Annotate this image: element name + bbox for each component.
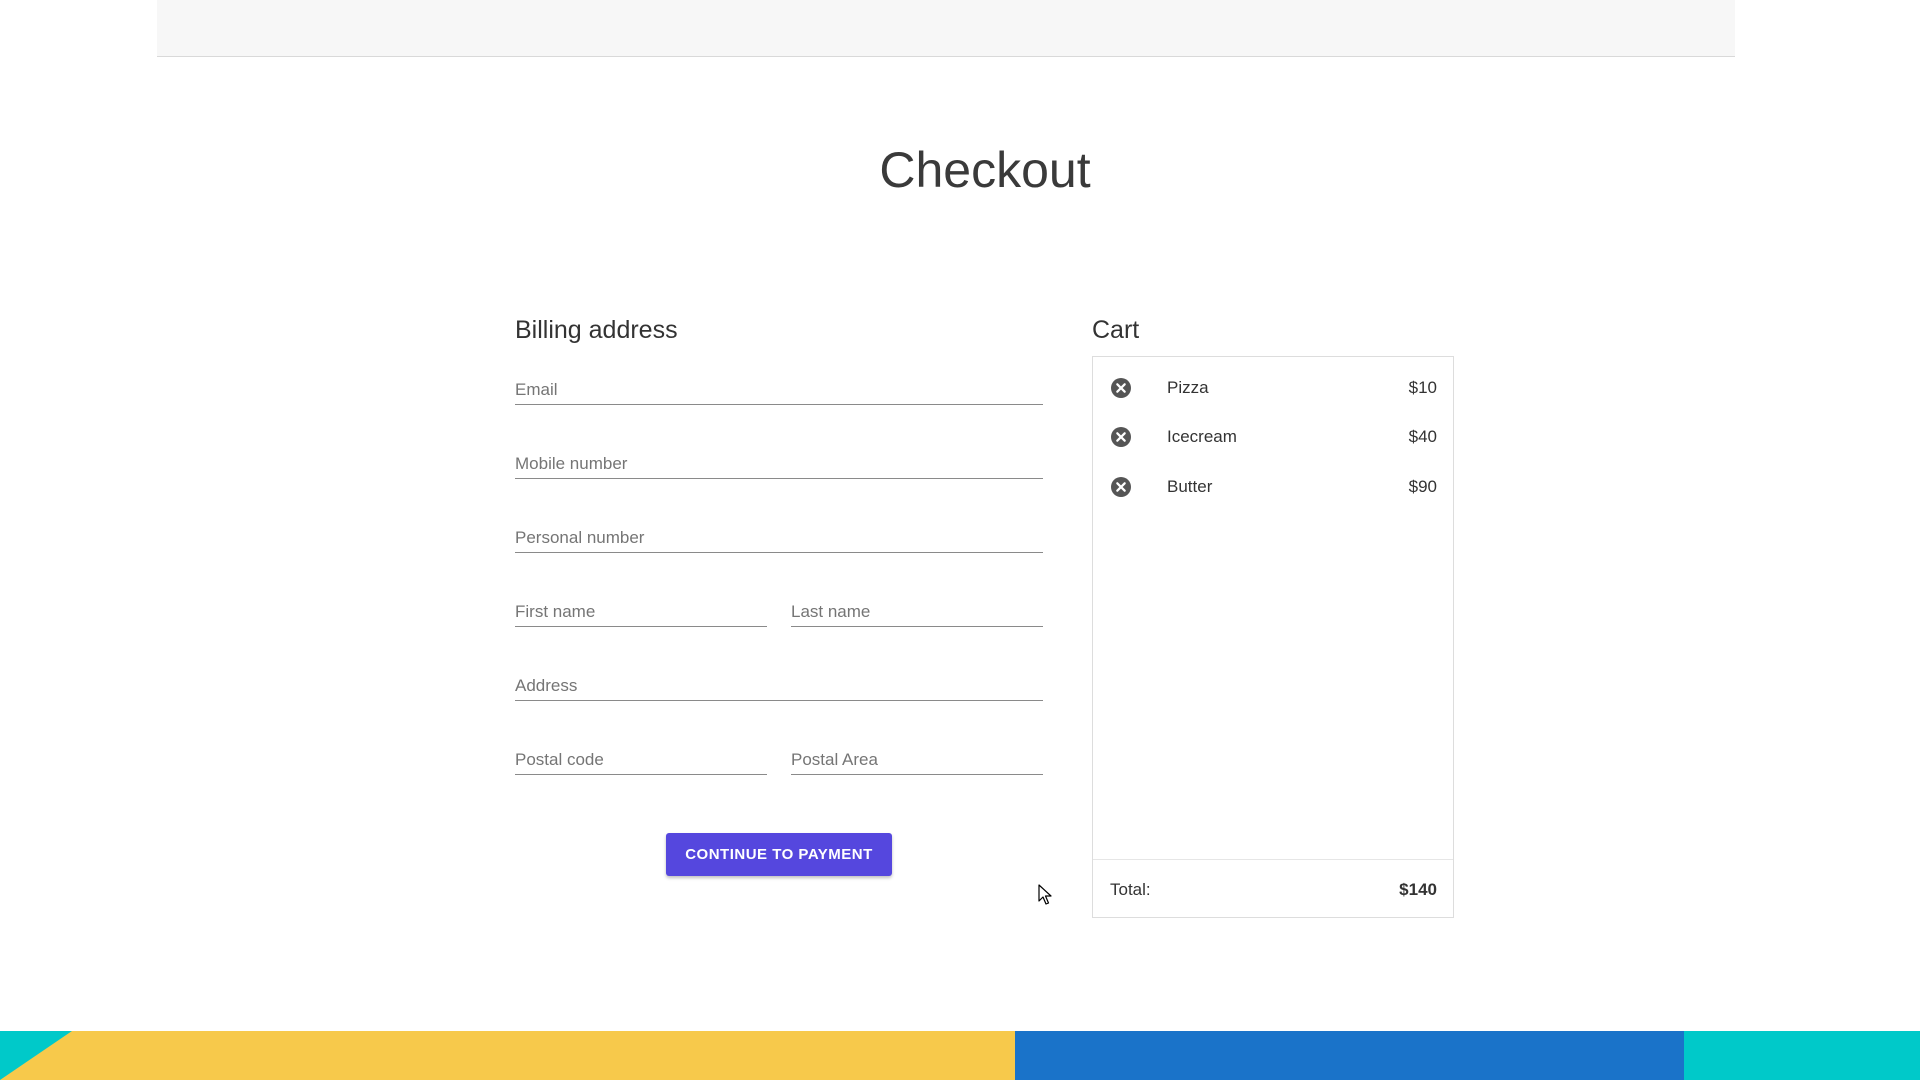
cart-panel: Pizza $10 Icecream $40 Butter $90 Total:…: [1092, 356, 1454, 918]
mobile-number-field: [515, 442, 1043, 479]
postal-code-input[interactable]: [515, 748, 767, 772]
cart-item-name: Pizza: [1167, 378, 1209, 397]
cart-item-name: Butter: [1167, 477, 1213, 496]
close-circle-icon[interactable]: [1111, 477, 1131, 497]
address-input[interactable]: [515, 674, 1043, 698]
cart-item-price: $90: [1408, 477, 1437, 496]
cart-item-price: $40: [1408, 427, 1437, 446]
cart-heading: Cart: [1092, 316, 1140, 344]
personal-number-input[interactable]: [515, 526, 1043, 550]
cart-item-name: Icecream: [1167, 427, 1237, 446]
last-name-input[interactable]: [791, 600, 1043, 624]
cart-item: Butter $90: [1093, 467, 1453, 507]
top-navigation-bar: [157, 0, 1735, 57]
footer-color-banner: [0, 1031, 1920, 1080]
postal-code-field: [515, 738, 767, 775]
close-circle-icon[interactable]: [1111, 378, 1131, 398]
address-field: [515, 664, 1043, 701]
personal-number-field: [515, 516, 1043, 553]
first-name-input[interactable]: [515, 600, 767, 624]
total-value: $140: [1399, 880, 1437, 899]
postal-area-field: [791, 738, 1043, 775]
mouse-cursor-icon: [1038, 884, 1052, 905]
total-label: Total:: [1110, 880, 1151, 899]
cart-item-price: $10: [1408, 378, 1437, 397]
cart-item: Pizza $10: [1093, 368, 1453, 408]
page-title: Checkout: [879, 142, 1091, 198]
cart-total-row: Total: $140: [1093, 859, 1453, 918]
first-name-field: [515, 590, 767, 627]
mobile-number-input[interactable]: [515, 452, 1043, 476]
last-name-field: [791, 590, 1043, 627]
cart-item: Icecream $40: [1093, 417, 1453, 457]
email-field: [515, 368, 1043, 405]
billing-address-heading: Billing address: [515, 316, 678, 344]
close-circle-icon[interactable]: [1111, 427, 1131, 447]
continue-to-payment-button[interactable]: CONTINUE TO PAYMENT: [666, 833, 892, 876]
email-input[interactable]: [515, 378, 1043, 402]
postal-area-input[interactable]: [791, 748, 1043, 772]
